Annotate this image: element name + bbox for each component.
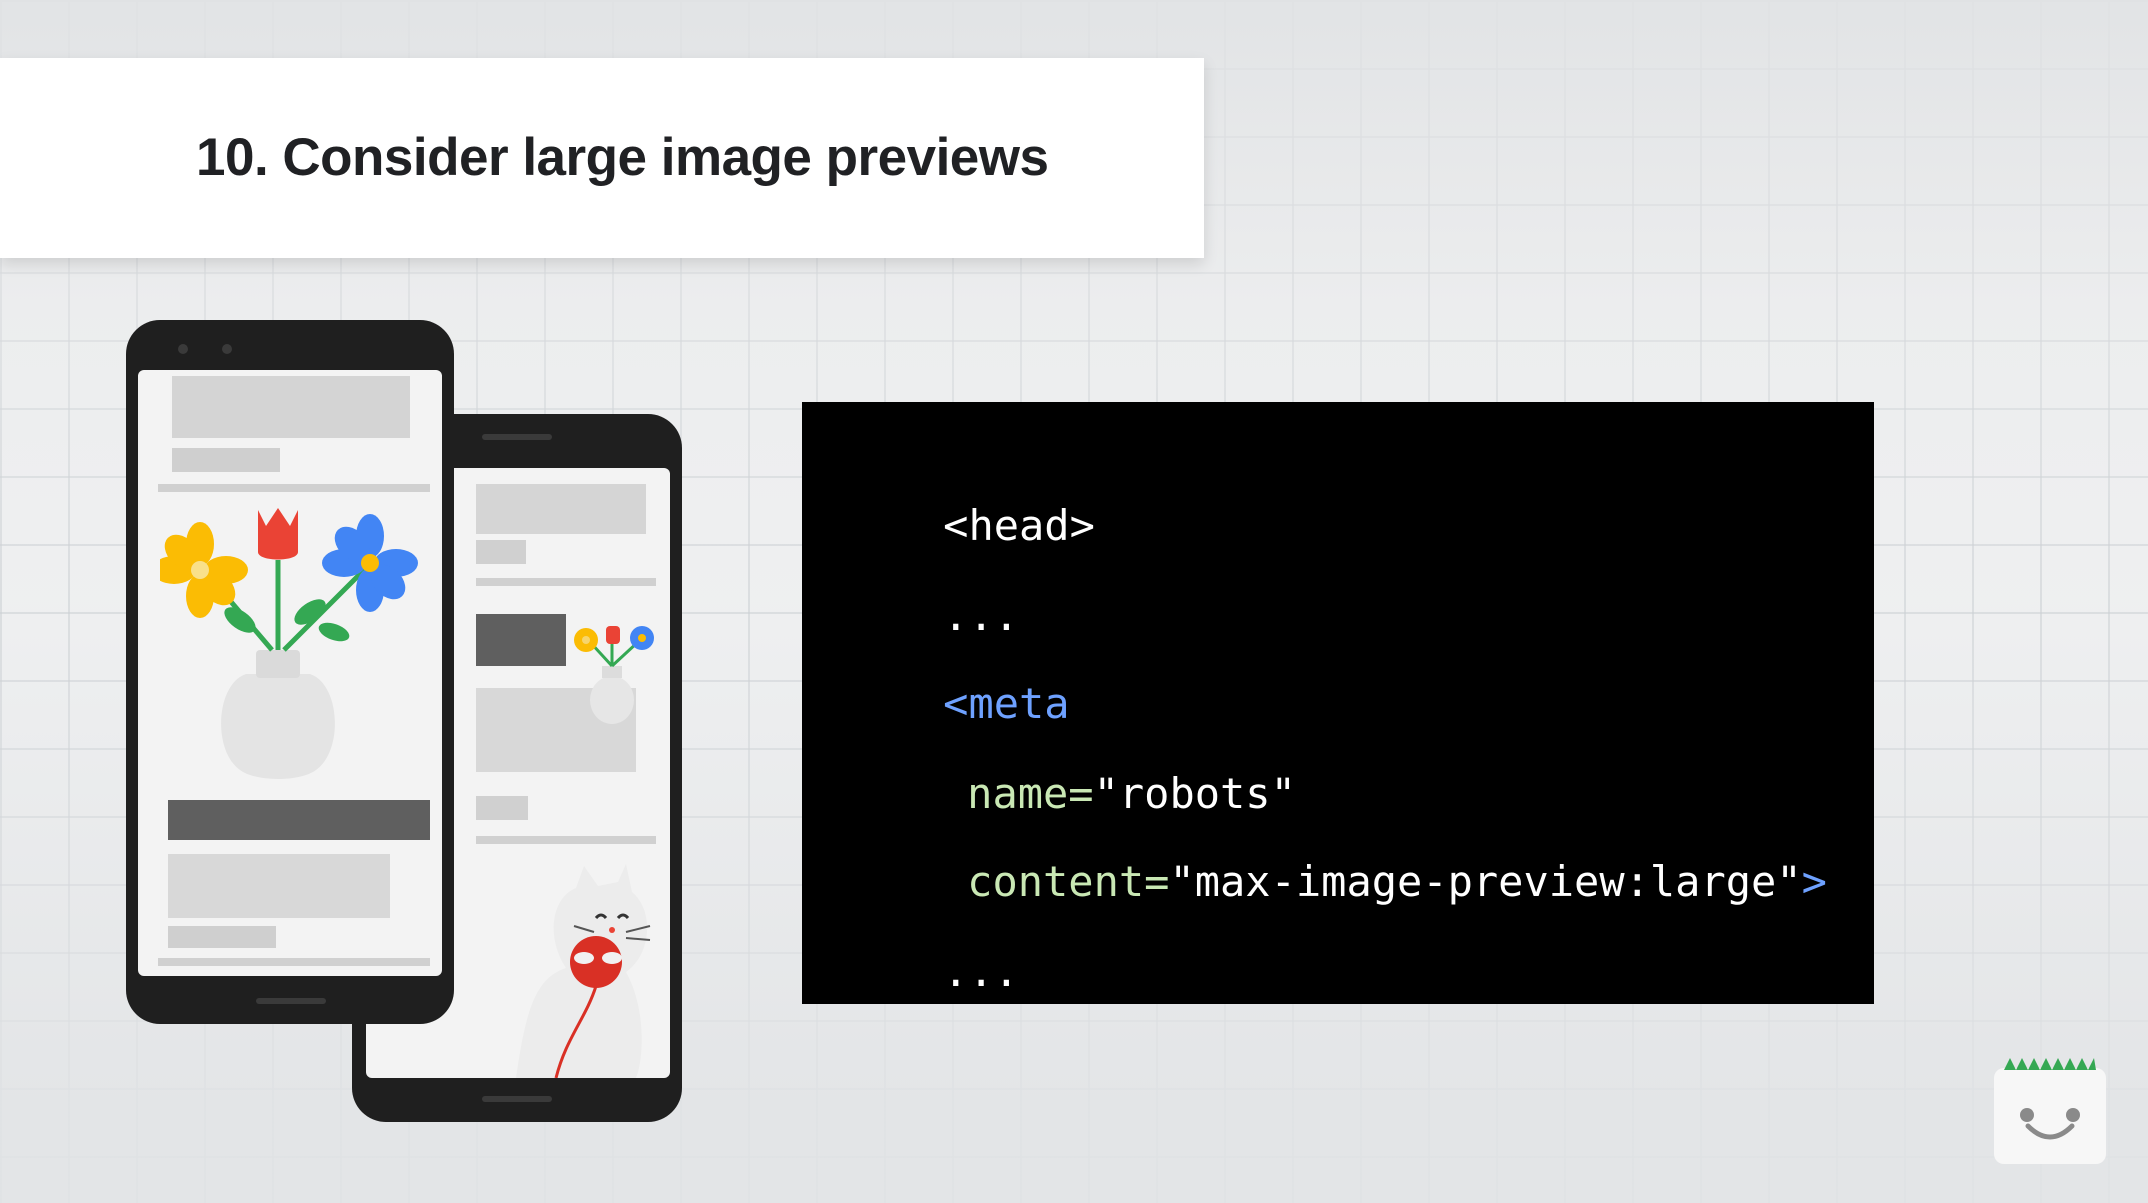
mascot-smile (2025, 1123, 2075, 1140)
phone-camera (178, 344, 188, 354)
placeholder-line (476, 836, 656, 844)
placeholder-block (476, 796, 528, 820)
code-panel: <head> ... <meta name="robots" content="… (802, 402, 1874, 1004)
placeholder-block (168, 854, 390, 918)
phone-large-screen (138, 370, 442, 976)
placeholder-block (168, 926, 276, 948)
placeholder-line (158, 484, 430, 492)
flower-vase-icon (160, 508, 418, 779)
phone-speaker (482, 434, 552, 440)
cat-with-yarn-icon (516, 864, 651, 1078)
placeholder-line (158, 958, 430, 966)
mascot-eye-left (2020, 1108, 2034, 1122)
slide-title: 10. Consider large image previews (196, 128, 1049, 187)
placeholder-block (476, 484, 646, 534)
placeholder-block (476, 540, 526, 564)
code-ellipsis: ... (943, 947, 1020, 996)
placeholder-block (172, 448, 280, 472)
code-line-ellipsis-end: ... (842, 898, 1019, 1045)
code-close-bracket: > (1801, 857, 1827, 906)
phone-large (126, 320, 454, 1024)
mascot-grass-icon (2004, 1058, 2096, 1070)
title-card: 10. Consider large image previews (0, 58, 1204, 258)
small-flower-vase-icon (574, 626, 654, 724)
phone-camera (222, 344, 232, 354)
placeholder-block-dark (476, 614, 566, 666)
phone-home-bar (482, 1096, 552, 1102)
smiley-mascot-icon (1994, 1058, 2106, 1164)
code-content-value: "max-image-preview:large" (1169, 857, 1802, 906)
placeholder-line (476, 578, 656, 586)
phone-home-bar (256, 998, 326, 1004)
placeholder-block-dark (168, 800, 430, 840)
mascot-eye-right (2066, 1108, 2080, 1122)
placeholder-block (172, 376, 410, 438)
